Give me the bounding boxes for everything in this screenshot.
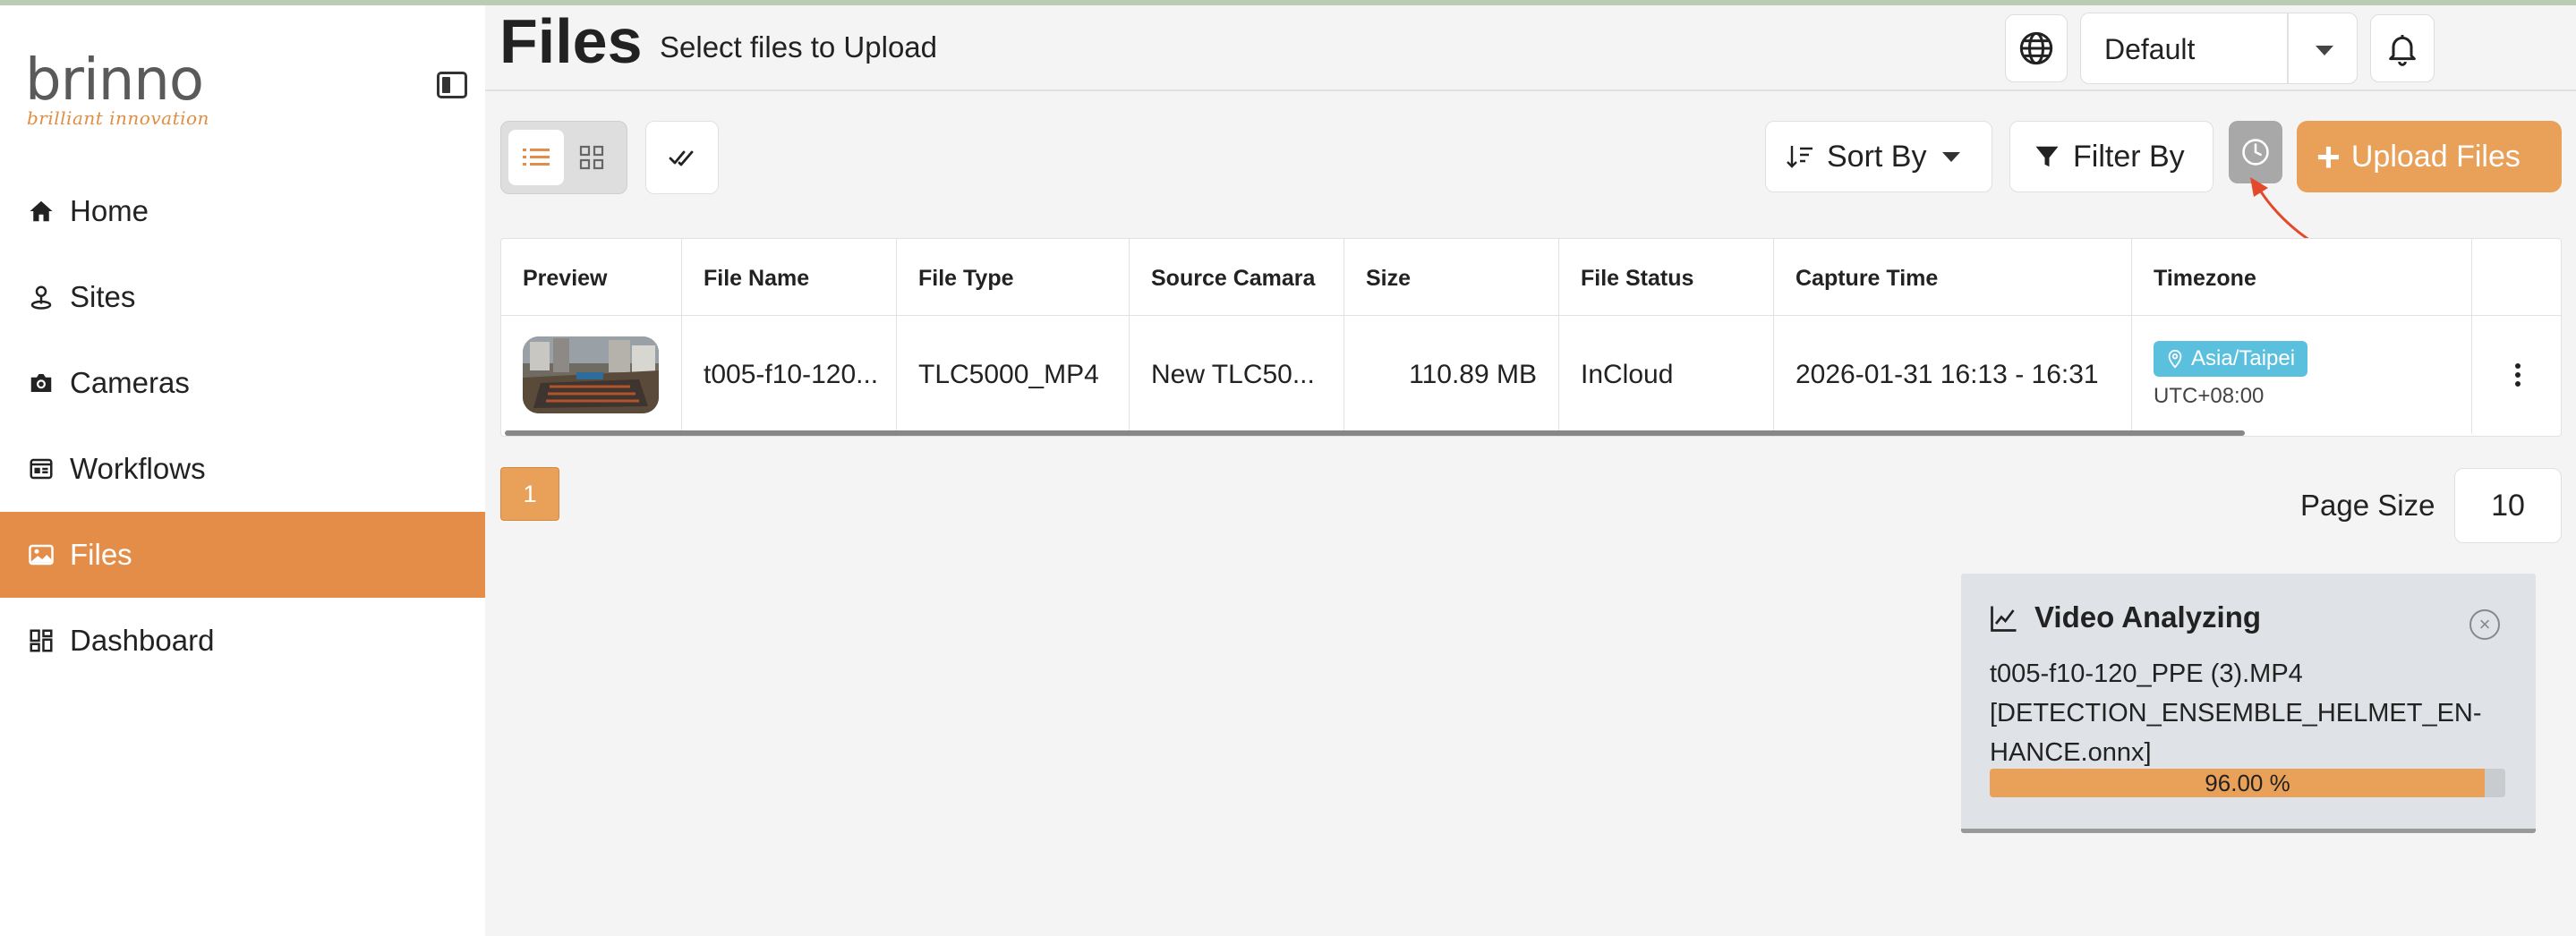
chevron-down-icon[interactable] (2316, 46, 2333, 55)
grid-icon (579, 145, 604, 170)
column-header-file-status[interactable]: File Status (1559, 239, 1774, 315)
column-header-timezone[interactable]: Timezone (2132, 239, 2472, 315)
page-1-button[interactable]: 1 (500, 467, 559, 521)
timezone-badge: Asia/Taipei (2154, 341, 2308, 377)
notifications-button[interactable] (2370, 14, 2435, 82)
analysis-progress-label: 96.00 % (2205, 769, 2290, 796)
chevron-down-icon (1942, 151, 1961, 162)
image-icon (27, 540, 55, 569)
sidebar-item-dashboard[interactable]: Dashboard (0, 598, 485, 684)
table-header: Preview File Name File Type Source Camar… (501, 239, 2561, 316)
timezone-name: Asia/Taipei (2191, 346, 2296, 370)
analysis-model-line-1: [DETECTION_ENSEMBLE_HELMET_EN- (1990, 699, 2482, 728)
column-header-size[interactable]: Size (1344, 239, 1559, 315)
column-header-actions (2472, 239, 2561, 315)
funnel-icon (2035, 146, 2059, 167)
video-analyzing-panel: Video Analyzing × t005-f10-120_PPE (3).M… (1961, 574, 2536, 833)
page-subtitle: Select files to Upload (660, 30, 938, 64)
column-header-preview[interactable]: Preview (501, 239, 682, 315)
sort-icon (1787, 146, 1813, 168)
sidebar-item-label: Sites (70, 280, 136, 313)
size-cell: 110.89 MB (1344, 316, 1559, 434)
camera-icon (27, 369, 55, 397)
video-thumbnail[interactable] (523, 336, 659, 413)
list-icon (523, 149, 550, 166)
preview-cell (501, 316, 682, 434)
horizontal-scrollbar[interactable] (501, 430, 2561, 436)
clock-icon (2242, 139, 2269, 166)
analysis-progress-bar: 96.00 % (1990, 769, 2505, 797)
sidebar-item-home[interactable]: Home (0, 168, 485, 254)
select-divider (2287, 13, 2289, 83)
upload-files-label: Upload Files (2350, 139, 2521, 174)
workspace-select-value: Default (2104, 33, 2196, 65)
dashboard-icon (27, 626, 55, 655)
page-size-input[interactable]: 10 (2454, 468, 2562, 543)
select-all-button[interactable] (645, 121, 719, 194)
column-header-file-type[interactable]: File Type (897, 239, 1130, 315)
table-row[interactable]: t005-f10-120... TLC5000_MP4 New TLC50...… (501, 316, 2561, 434)
video-analyzing-title: Video Analyzing (2034, 600, 2262, 634)
sidebar-item-workflows[interactable]: Workflows (0, 426, 485, 512)
sidebar: brinno brilliant innovation Home Sites C… (0, 5, 485, 936)
source-camera-cell: New TLC50... (1130, 316, 1344, 434)
line-chart-icon (1991, 606, 2017, 632)
home-icon (27, 197, 55, 225)
close-icon[interactable]: × (2469, 609, 2500, 640)
plus-icon: + (2316, 133, 2341, 180)
location-pin-icon (2168, 349, 2182, 369)
sidebar-item-label: Files (70, 538, 132, 571)
view-mode-toggle (500, 121, 627, 194)
sidebar-item-files[interactable]: Files (0, 512, 485, 598)
logo-tagline: brilliant innovation (27, 107, 209, 129)
sidebar-item-label: Home (70, 194, 149, 227)
page-size-label: Page Size (2300, 489, 2435, 522)
workspace-select[interactable]: Default (2080, 13, 2358, 84)
file-type-cell: TLC5000_MP4 (897, 316, 1130, 434)
column-header-file-name[interactable]: File Name (682, 239, 897, 315)
sidebar-item-cameras[interactable]: Cameras (0, 340, 485, 426)
analysis-details: t005-f10-120_PPE (3).MP4 [DETECTION_ENSE… (1990, 654, 2518, 772)
utc-offset: UTC+08:00 (2154, 384, 2265, 408)
analysis-file-name: t005-f10-120_PPE (3).MP4 (1990, 659, 2303, 688)
bell-icon (2389, 35, 2416, 66)
sidebar-item-label: Cameras (70, 366, 190, 399)
list-view-button[interactable] (508, 130, 564, 185)
workflow-icon (27, 455, 55, 483)
column-header-source-camera[interactable]: Source Camara (1130, 239, 1344, 315)
brinno-logo[interactable]: brinno brilliant innovation (25, 48, 240, 138)
double-check-icon (669, 150, 694, 166)
sidebar-item-sites[interactable]: Sites (0, 254, 485, 340)
logo-wordmark: brinno (25, 47, 204, 114)
sort-by-button[interactable]: Sort By (1765, 121, 1992, 192)
filter-by-label: Filter By (2073, 139, 2185, 174)
sort-by-label: Sort By (1827, 139, 1927, 174)
row-actions-cell (2472, 316, 2561, 434)
column-header-capture-time[interactable]: Capture Time (1774, 239, 2132, 315)
filter-by-button[interactable]: Filter By (2009, 121, 2213, 192)
capture-time-cell: 2026-01-31 16:13 - 16:31 (1774, 316, 2132, 434)
globe-icon (2019, 31, 2053, 65)
more-vertical-icon[interactable] (2513, 362, 2522, 387)
files-table: Preview File Name File Type Source Camar… (500, 238, 2562, 437)
sidebar-item-label: Workflows (70, 452, 206, 485)
site-pin-icon (27, 283, 55, 311)
file-status-cell: InCloud (1559, 316, 1774, 434)
page-title: Files (499, 6, 643, 76)
timezone-cell: Asia/Taipei UTC+08:00 (2132, 316, 2472, 434)
sidebar-item-label: Dashboard (70, 624, 215, 657)
scrollbar-thumb[interactable] (505, 430, 2245, 436)
header-divider (485, 89, 2576, 91)
grid-view-button[interactable] (564, 130, 619, 185)
file-name-cell[interactable]: t005-f10-120... (682, 316, 897, 434)
sidebar-toggle-icon[interactable] (437, 72, 467, 98)
sidebar-nav: Home Sites Cameras Workflows Files Dashb… (0, 168, 485, 684)
language-button[interactable] (2005, 14, 2068, 82)
analysis-model-line-2: HANCE.onnx] (1990, 738, 2152, 767)
